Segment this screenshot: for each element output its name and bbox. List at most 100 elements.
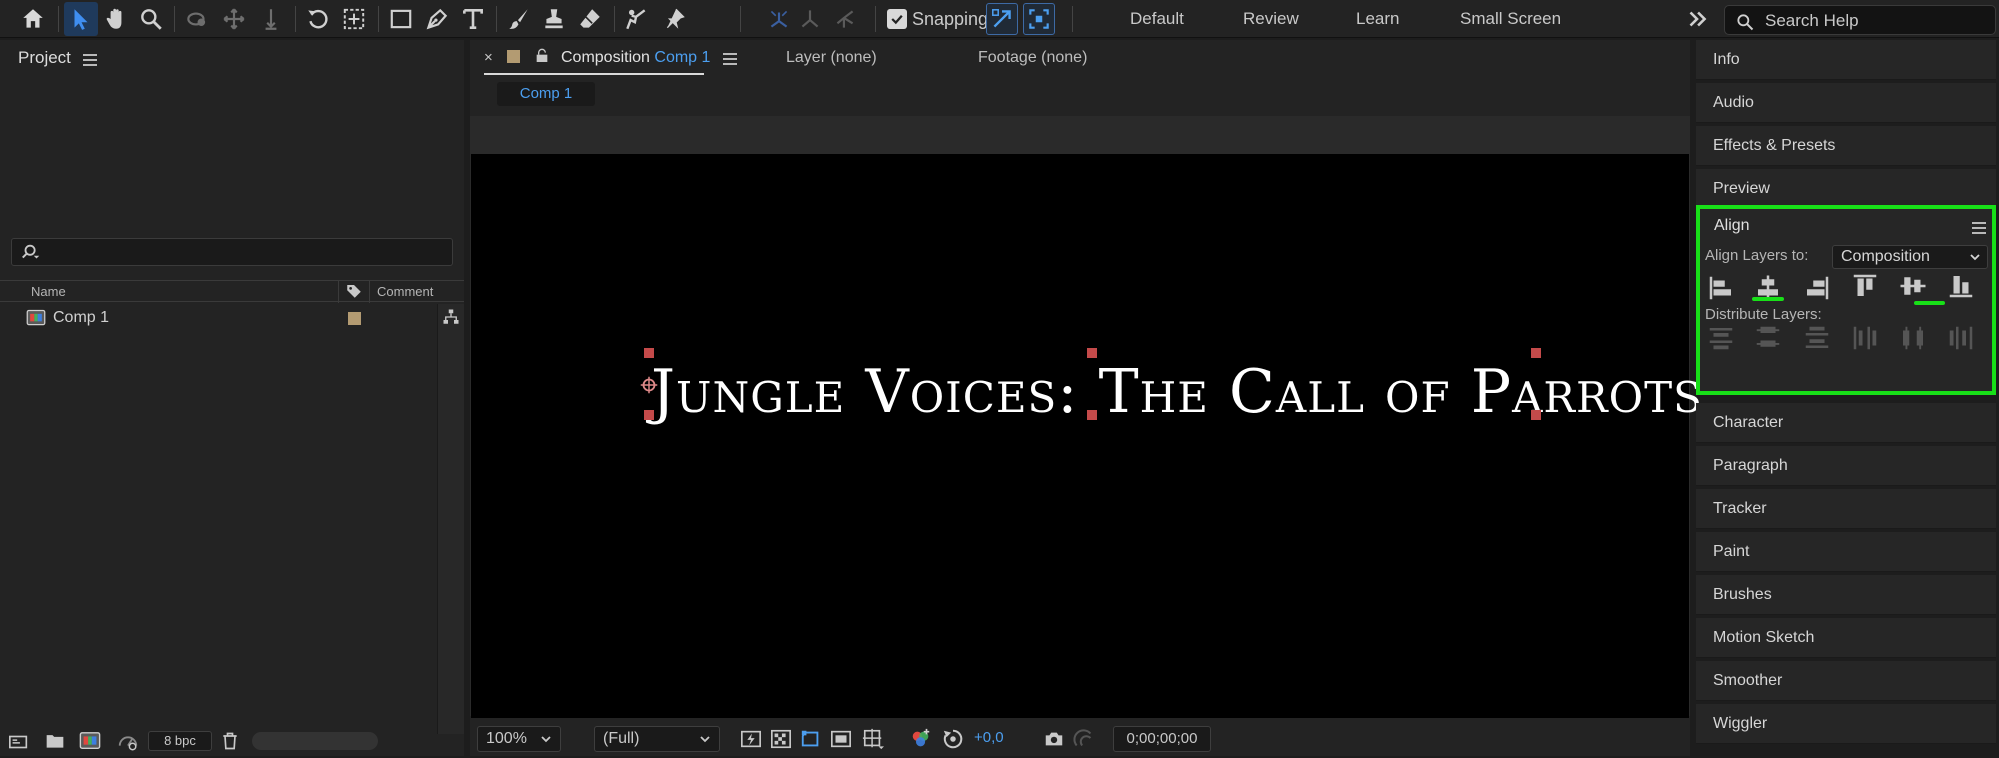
transparency-grid-icon[interactable] [770, 728, 792, 750]
tab-layer[interactable]: Layer (none) [786, 49, 877, 67]
align-vertical-center-icon[interactable] [1898, 271, 1928, 301]
mask-visibility-icon[interactable] [800, 728, 822, 750]
transform-handle[interactable] [1531, 348, 1541, 358]
panel-wiggler[interactable]: Wiggler [1696, 704, 1996, 744]
show-snapshot-icon[interactable] [1073, 728, 1095, 750]
project-settings-icon[interactable] [116, 730, 140, 752]
panel-effects-presets[interactable]: Effects & Presets [1696, 126, 1996, 166]
new-composition-icon[interactable] [78, 730, 102, 752]
rotation-tool-icon[interactable] [301, 2, 335, 36]
channel-rgb-icon[interactable] [910, 728, 932, 750]
reset-exposure-icon[interactable] [942, 728, 964, 750]
pan-camera-icon[interactable] [217, 2, 251, 36]
panel-audio[interactable]: Audio [1696, 83, 1996, 123]
distribute-top-icon[interactable] [1706, 323, 1736, 353]
project-search-input[interactable] [11, 238, 453, 266]
axis-view-icon[interactable] [828, 2, 862, 36]
align-left-icon[interactable] [1706, 273, 1736, 303]
region-of-interest-icon[interactable] [830, 728, 852, 750]
orbit-camera-icon[interactable] [180, 2, 214, 36]
panel-paint[interactable]: Paint [1696, 532, 1996, 572]
puppet-pin-icon[interactable] [659, 2, 693, 36]
lock-icon[interactable] [534, 48, 550, 64]
transform-handle[interactable] [644, 348, 654, 358]
search-help-field[interactable]: Search Help [1724, 5, 1996, 35]
align-panel-menu-icon[interactable] [1972, 222, 1986, 234]
distribute-right-icon[interactable] [1946, 323, 1976, 353]
axis-world-icon[interactable] [793, 2, 827, 36]
more-workspaces-icon[interactable] [1680, 2, 1714, 36]
project-item-comp-1[interactable]: Comp 1 [0, 305, 464, 331]
transform-handle[interactable] [1087, 410, 1097, 420]
axis-local-icon[interactable] [762, 2, 796, 36]
selection-tool-icon[interactable] [64, 2, 98, 36]
project-scrollbar[interactable] [437, 304, 464, 734]
bit-depth-button[interactable]: 8 bpc [148, 731, 212, 751]
panel-info[interactable]: Info [1696, 40, 1996, 80]
home-icon[interactable] [16, 2, 50, 36]
snapping-checkbox[interactable] [887, 9, 907, 29]
type-tool-icon[interactable] [456, 2, 490, 36]
transform-handle[interactable] [1531, 410, 1541, 420]
snap-features-icon[interactable] [1023, 3, 1055, 35]
dolly-camera-icon[interactable] [254, 2, 288, 36]
grid-guides-icon[interactable] [862, 728, 884, 750]
panel-brushes[interactable]: Brushes [1696, 575, 1996, 615]
thumbnail-scroll-slider[interactable] [252, 732, 378, 750]
comp-breadcrumb[interactable]: Comp 1 [497, 82, 595, 106]
distribute-left-icon[interactable] [1850, 323, 1880, 353]
clone-stamp-icon[interactable] [537, 2, 571, 36]
align-top-icon[interactable] [1850, 271, 1880, 301]
panel-preview[interactable]: Preview [1696, 169, 1996, 209]
current-time-display[interactable]: 0;00;00;00 [1113, 726, 1211, 752]
tab-footage[interactable]: Footage (none) [978, 49, 1087, 67]
workspace-review[interactable]: Review [1243, 9, 1299, 29]
fast-previews-icon[interactable] [740, 728, 762, 750]
align-to-dropdown[interactable]: Composition [1832, 245, 1988, 269]
transform-handle[interactable] [644, 410, 654, 420]
eraser-tool-icon[interactable] [573, 2, 607, 36]
exposure-value[interactable]: +0,0 [974, 729, 1004, 746]
magnification-dropdown[interactable]: 100% [477, 726, 561, 752]
rectangle-tool-icon[interactable] [384, 2, 418, 36]
close-tab-icon[interactable]: × [484, 49, 493, 66]
label-tag-icon[interactable] [345, 282, 363, 300]
panel-paragraph[interactable]: Paragraph [1696, 446, 1996, 486]
workspace-small-screen[interactable]: Small Screen [1460, 9, 1561, 29]
panel-tracker[interactable]: Tracker [1696, 489, 1996, 529]
pen-tool-icon[interactable] [420, 2, 454, 36]
column-name[interactable]: Name [31, 284, 66, 299]
new-folder-icon[interactable] [44, 731, 66, 751]
flowchart-icon[interactable] [441, 308, 461, 326]
interpret-footage-icon[interactable] [7, 731, 31, 753]
label-color-swatch[interactable] [348, 312, 361, 325]
align-panel: Align Align Layers to: Composition Distr… [1696, 205, 1996, 395]
panel-character[interactable]: Character [1696, 403, 1996, 443]
distribute-bottom-icon[interactable] [1802, 323, 1832, 353]
anchor-point-icon[interactable] [638, 374, 660, 396]
pan-behind-icon[interactable] [337, 2, 371, 36]
composition-menu-icon[interactable] [723, 53, 737, 65]
hand-tool-icon[interactable] [99, 2, 133, 36]
snap-edges-icon[interactable] [986, 3, 1018, 35]
roto-brush-icon[interactable] [619, 2, 653, 36]
brush-tool-icon[interactable] [502, 2, 536, 36]
distribute-vertical-center-icon[interactable] [1753, 323, 1783, 353]
panel-smoother[interactable]: Smoother [1696, 661, 1996, 701]
resolution-dropdown[interactable]: (Full) [594, 726, 720, 752]
workspace-learn[interactable]: Learn [1356, 9, 1399, 29]
project-panel-menu-icon[interactable] [83, 54, 97, 66]
zoom-tool-icon[interactable] [134, 2, 168, 36]
align-bottom-icon[interactable] [1946, 271, 1976, 301]
composition-viewer[interactable]: Jungle Voices: The Call of Parrots [470, 116, 1702, 752]
tab-composition[interactable]: Composition Comp 1 [561, 49, 710, 67]
snapshot-icon[interactable] [1043, 728, 1065, 750]
distribute-horizontal-center-icon[interactable] [1898, 323, 1928, 353]
align-right-icon[interactable] [1802, 273, 1832, 303]
workspace-default[interactable]: Default [1130, 9, 1184, 29]
composition-canvas[interactable]: Jungle Voices: The Call of Parrots [471, 154, 1702, 752]
panel-motion-sketch[interactable]: Motion Sketch [1696, 618, 1996, 658]
column-comment[interactable]: Comment [377, 284, 433, 299]
transform-handle[interactable] [1087, 348, 1097, 358]
trash-icon[interactable] [220, 731, 240, 751]
